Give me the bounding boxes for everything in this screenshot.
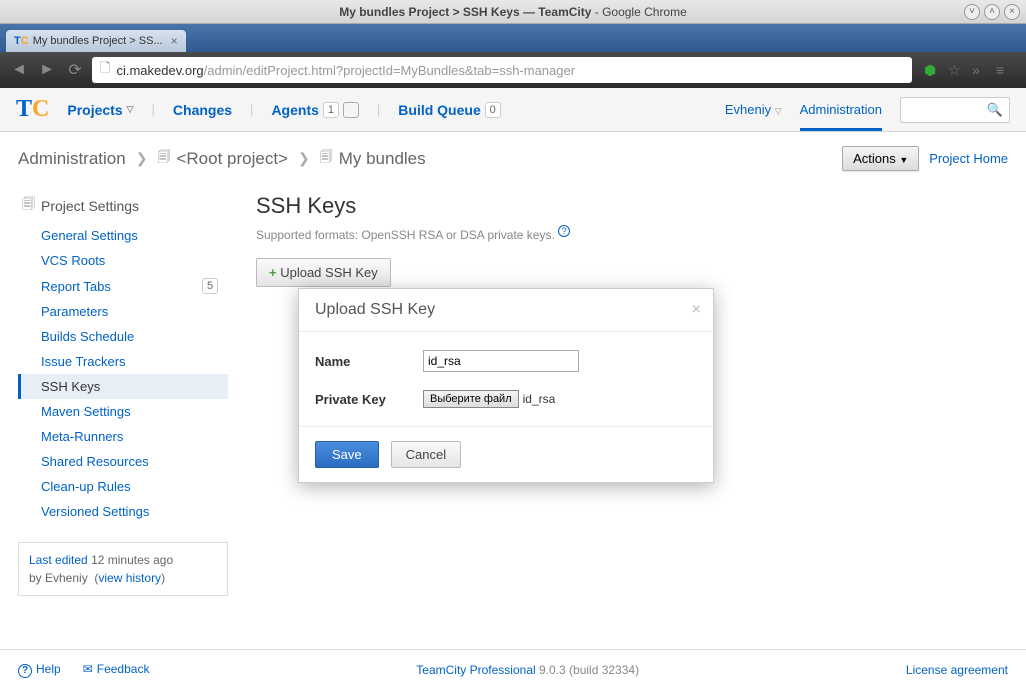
sidebar-item-parameters[interactable]: Parameters <box>18 299 228 324</box>
forward-icon: ► <box>36 59 58 81</box>
sidebar-item-label: Maven Settings <box>41 404 131 419</box>
sidebar-item-label: Meta-Runners <box>41 429 123 444</box>
page-subtitle: Supported formats: OpenSSH RSA or DSA pr… <box>256 225 1008 242</box>
last-edited-link[interactable]: Last edited <box>29 553 88 567</box>
chevron-down-icon: ▽ <box>775 106 782 116</box>
chosen-file-name: id_rsa <box>523 392 556 406</box>
page-header: TC Projects ▽ | Changes | Agents 1 | Bui… <box>0 88 1026 132</box>
page-footer: ?Help ✉Feedback TeamCity Professional 9.… <box>0 649 1026 678</box>
sidebar-item-general-settings[interactable]: General Settings <box>18 223 228 248</box>
project-icon: 🗐 <box>157 148 170 170</box>
sidebar-item-label: VCS Roots <box>41 253 105 268</box>
upload-ssh-key-button[interactable]: + Upload SSH Key <box>256 258 391 287</box>
name-input[interactable] <box>423 350 579 372</box>
nav-agents[interactable]: Agents 1 <box>271 102 358 118</box>
nav-build-queue[interactable]: Build Queue 0 <box>398 102 500 118</box>
nav-changes[interactable]: Changes <box>173 102 232 118</box>
sidebar-item-label: Parameters <box>41 304 108 319</box>
sidebar-item-versioned-settings[interactable]: Versioned Settings <box>18 499 228 524</box>
sidebar-item-ssh-keys[interactable]: SSH Keys <box>18 374 228 399</box>
agents-checkbox[interactable] <box>343 102 359 118</box>
sidebar-item-clean-up-rules[interactable]: Clean-up Rules <box>18 474 228 499</box>
view-history-link[interactable]: view history <box>98 571 161 585</box>
last-edited-box: Last edited 12 minutes ago by Evheniy (v… <box>18 542 228 596</box>
sidebar-item-issue-trackers[interactable]: Issue Trackers <box>18 349 228 374</box>
actions-button[interactable]: Actions ▼ <box>842 146 919 171</box>
help-icon[interactable]: ? <box>558 225 570 237</box>
sidebar-item-label: Clean-up Rules <box>41 479 131 494</box>
reload-icon[interactable]: ⟳ <box>64 59 86 81</box>
sidebar-title: 🗐 Project Settings <box>18 189 228 223</box>
minimize-icon[interactable]: ˅ <box>964 4 980 20</box>
project-icon: 🗐 <box>320 148 333 170</box>
mail-icon: ✉ <box>83 662 93 676</box>
menu-icon[interactable]: ≡ <box>996 62 1012 78</box>
help-link[interactable]: ?Help <box>18 662 61 678</box>
product-link[interactable]: TeamCity Professional <box>416 663 535 677</box>
sidebar: 🗐 Project Settings General Settings VCS R… <box>18 189 228 596</box>
name-label: Name <box>315 354 423 369</box>
back-icon[interactable]: ◄ <box>8 59 30 81</box>
sidebar-item-vcs-roots[interactable]: VCS Roots <box>18 248 228 273</box>
breadcrumb-admin[interactable]: Administration <box>18 149 126 169</box>
sidebar-item-label: Issue Trackers <box>41 354 126 369</box>
abp-icon[interactable]: ⬢ <box>924 62 940 78</box>
project-home-link[interactable]: Project Home <box>929 151 1008 166</box>
nav-projects[interactable]: Projects ▽ <box>67 102 133 118</box>
nav-administration[interactable]: Administration <box>800 102 882 131</box>
search-icon: 🔍 <box>987 102 1003 118</box>
sidebar-item-builds-schedule[interactable]: Builds Schedule <box>18 324 228 349</box>
save-button[interactable]: Save <box>315 441 379 468</box>
sidebar-item-shared-resources[interactable]: Shared Resources <box>18 449 228 474</box>
breadcrumb-root-project[interactable]: 🗐 <Root project> <box>157 148 288 170</box>
license-link[interactable]: License agreement <box>906 663 1008 677</box>
plus-icon: + <box>269 265 277 280</box>
feedback-link[interactable]: ✉Feedback <box>83 662 150 678</box>
modal-title: Upload SSH Key × <box>299 289 713 332</box>
maximize-icon[interactable]: ˄ <box>984 4 1000 20</box>
sidebar-item-label: Builds Schedule <box>41 329 134 344</box>
os-title: My bundles Project > SSH Keys — TeamCity… <box>339 5 687 19</box>
teamcity-logo[interactable]: TC <box>16 96 49 123</box>
user-menu[interactable]: Evheniy ▽ <box>725 102 782 117</box>
sidebar-item-label: Report Tabs <box>41 279 111 294</box>
sidebar-item-label: Shared Resources <box>41 454 149 469</box>
browser-tabstrip: TC My bundles Project > SS... × <box>0 24 1026 52</box>
sidebar-badge: 5 <box>202 278 218 294</box>
sidebar-item-meta-runners[interactable]: Meta-Runners <box>18 424 228 449</box>
close-icon[interactable]: × <box>692 301 701 319</box>
url-input[interactable]: 🗋 ci.makedev.org/admin/editProject.html?… <box>92 57 912 83</box>
chevron-right-icon: ❯ <box>298 150 310 167</box>
search-input[interactable]: 🔍 <box>900 97 1010 123</box>
star-icon[interactable]: ☆ <box>948 62 964 78</box>
breadcrumb-current: 🗐 My bundles <box>320 148 426 170</box>
sidebar-item-label: Versioned Settings <box>41 504 149 519</box>
choose-file-button[interactable]: Выберите файл <box>423 390 519 408</box>
help-icon: ? <box>18 664 32 678</box>
sidebar-item-maven-settings[interactable]: Maven Settings <box>18 399 228 424</box>
sidebar-item-label: General Settings <box>41 228 138 243</box>
breadcrumb: Administration ❯ 🗐 <Root project> ❯ 🗐 My… <box>0 132 1026 181</box>
cancel-button[interactable]: Cancel <box>391 441 461 468</box>
chevron-right-icon[interactable]: » <box>972 62 988 78</box>
chevron-right-icon: ❯ <box>136 150 148 167</box>
private-key-label: Private Key <box>315 392 423 407</box>
sidebar-item-report-tabs[interactable]: Report Tabs 5 <box>18 273 228 299</box>
upload-ssh-key-modal: Upload SSH Key × Name Private Key Выбери… <box>298 288 714 483</box>
tab-close-icon[interactable]: × <box>171 34 178 48</box>
tab-favicon-icon: TC <box>14 35 29 47</box>
close-window-icon[interactable]: × <box>1004 4 1020 20</box>
browser-tab[interactable]: TC My bundles Project > SS... × <box>6 30 186 52</box>
tab-title: My bundles Project > SS... <box>33 35 163 47</box>
project-icon: 🗐 <box>22 195 35 217</box>
chevron-down-icon: ▽ <box>127 104 134 115</box>
sidebar-item-label: SSH Keys <box>41 379 100 394</box>
page-icon: 🗋 <box>100 59 110 81</box>
os-titlebar: My bundles Project > SSH Keys — TeamCity… <box>0 0 1026 24</box>
page-title: SSH Keys <box>256 193 1008 219</box>
browser-toolbar: ◄ ► ⟳ 🗋 ci.makedev.org/admin/editProject… <box>0 52 1026 88</box>
